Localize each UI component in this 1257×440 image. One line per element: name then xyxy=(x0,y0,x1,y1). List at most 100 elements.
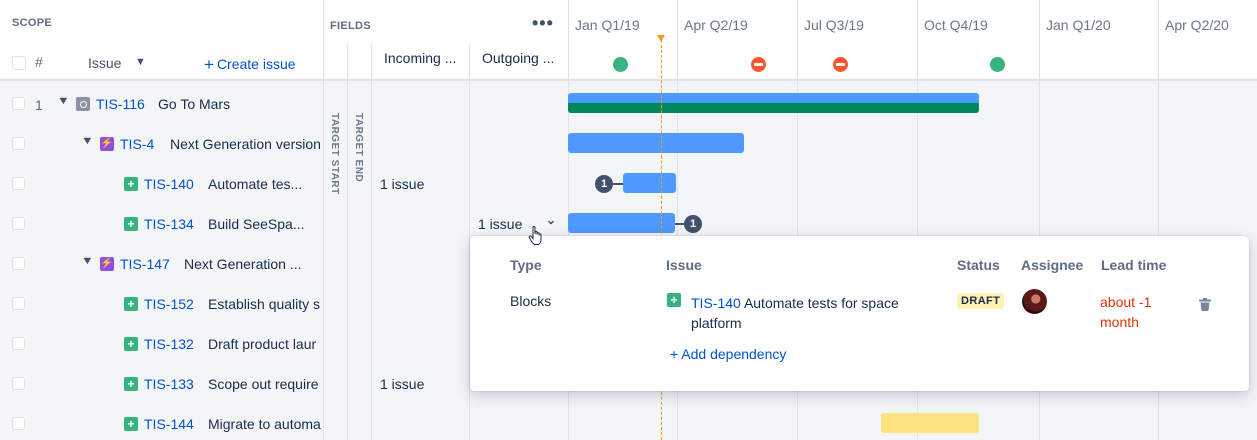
issue-summary: Establish quality s xyxy=(208,296,321,312)
table-row[interactable]: + TIS-152 Establish quality s xyxy=(0,283,323,323)
row-checkbox[interactable] xyxy=(12,337,25,350)
row-checkbox[interactable] xyxy=(12,97,25,110)
issue-key[interactable]: TIS-152 xyxy=(144,296,194,312)
issue-key[interactable]: TIS-4 xyxy=(120,136,154,152)
scope-header: SCOPE # Issue ▼ + Create issue xyxy=(0,0,323,80)
release-done-icon[interactable] xyxy=(613,57,628,72)
create-issue-button[interactable]: + Create issue xyxy=(204,54,296,74)
outgoing-dependencies-cell[interactable]: 1 issue xyxy=(478,216,522,232)
avatar[interactable] xyxy=(1022,289,1047,314)
chevron-down-icon[interactable]: ▼ xyxy=(135,56,146,68)
schedule-bar[interactable] xyxy=(623,173,676,193)
story-icon: + xyxy=(124,177,138,191)
column-divider xyxy=(371,44,372,440)
status-badge: DRAFT xyxy=(957,293,1005,309)
trash-icon[interactable] xyxy=(1199,298,1211,311)
hand-pointer-icon xyxy=(528,226,542,245)
more-horizontal-icon[interactable]: ••• xyxy=(532,13,554,34)
row-checkbox[interactable] xyxy=(12,377,25,390)
issue-key[interactable]: TIS-134 xyxy=(144,216,194,232)
progress-bar[interactable] xyxy=(568,103,979,113)
story-icon: + xyxy=(124,217,138,231)
outgoing-column-header[interactable]: Outgoing ... xyxy=(469,44,568,80)
initiative-icon: ⚡ xyxy=(100,257,114,271)
add-dependency-button[interactable]: + Add dependency xyxy=(670,346,786,362)
period-q2-19: Apr Q2/19 xyxy=(677,0,798,80)
dependency-type: Blocks xyxy=(510,293,552,309)
release-done-icon[interactable] xyxy=(990,57,1005,72)
row-checkbox[interactable] xyxy=(12,257,25,270)
row-checkbox[interactable] xyxy=(12,417,25,430)
issue-key[interactable]: TIS-147 xyxy=(120,256,170,272)
create-issue-label: Create issue xyxy=(216,56,296,72)
period-q1-20: Jan Q1/20 xyxy=(1039,0,1159,80)
assignee-column-header: Assignee xyxy=(1021,257,1084,273)
chevron-down-icon[interactable]: ▼ xyxy=(81,135,94,147)
row-checkbox[interactable] xyxy=(12,177,25,190)
schedule-bar[interactable] xyxy=(568,133,744,153)
story-icon: + xyxy=(124,377,138,391)
chevron-down-icon[interactable]: ▼ xyxy=(81,255,94,267)
table-row[interactable]: + TIS-144 Migrate to automa xyxy=(0,403,323,440)
schedule-bar[interactable] xyxy=(881,413,979,433)
schedule-bar[interactable] xyxy=(568,213,675,233)
plus-icon: + xyxy=(204,55,214,74)
issue-summary: Go To Mars xyxy=(158,96,231,112)
table-row[interactable]: + TIS-132 Draft product laur xyxy=(0,323,323,363)
dependency-popup: Type Issue Status Assignee Lead time Blo… xyxy=(470,236,1249,391)
incoming-column-header[interactable]: Incoming ... xyxy=(371,44,470,80)
issue-column-header[interactable]: Issue xyxy=(88,55,121,71)
dependency-issue: TIS-140 Automate tests for space platfor… xyxy=(691,293,941,333)
table-row[interactable]: ▼ ⚡ TIS-147 Next Generation ... xyxy=(0,243,323,283)
initiative-icon: ⚡ xyxy=(100,137,114,151)
epic-icon xyxy=(76,97,90,111)
schedule-bar[interactable] xyxy=(568,93,979,103)
story-icon: + xyxy=(667,293,681,307)
issue-column-header: Issue xyxy=(666,257,702,273)
target-start-header[interactable] xyxy=(347,44,371,80)
timeline-header: Jan Q1/19 Apr Q2/19 Jul Q3/19 Oct Q4/19 … xyxy=(568,0,1257,80)
target-end-label: TARGET END xyxy=(353,113,364,183)
issue-summary: Draft product laur xyxy=(208,336,317,352)
period-q2-20: Apr Q2/20 xyxy=(1158,0,1257,80)
incoming-dependencies-cell[interactable]: 1 issue xyxy=(380,376,424,392)
chevron-down-icon[interactable]: ⌄ xyxy=(546,213,556,227)
period-q4-19: Oct Q4/19 xyxy=(917,0,1039,80)
issue-summary: Scope out require xyxy=(208,376,319,392)
today-marker-icon xyxy=(657,35,665,42)
story-icon: + xyxy=(124,297,138,311)
release-blocked-icon[interactable] xyxy=(751,57,766,72)
column-divider xyxy=(347,44,348,440)
table-row[interactable]: + TIS-133 Scope out require xyxy=(0,363,323,403)
table-row[interactable]: + TIS-134 Build SeeSpa... xyxy=(0,203,323,243)
issue-summary: Next Generation ... xyxy=(184,256,302,272)
story-icon: + xyxy=(124,417,138,431)
row-checkbox[interactable] xyxy=(12,297,25,310)
issue-summary: Automate tes... xyxy=(208,176,303,192)
type-column-header: Type xyxy=(510,257,542,273)
release-blocked-icon[interactable] xyxy=(833,57,848,72)
dependency-badge[interactable]: 1 xyxy=(684,215,702,233)
scope-divider[interactable] xyxy=(323,0,324,440)
scope-label: SCOPE xyxy=(12,17,53,29)
chevron-down-icon[interactable]: ▼ xyxy=(57,95,70,107)
lead-time-column-header: Lead time xyxy=(1101,257,1167,273)
issue-key[interactable]: TIS-116 xyxy=(96,96,145,112)
row-checkbox[interactable] xyxy=(12,217,25,230)
table-row[interactable]: 1 ▼ TIS-116 Go To Mars xyxy=(0,83,323,123)
select-all-checkbox[interactable] xyxy=(12,56,26,70)
issue-key[interactable]: TIS-132 xyxy=(144,336,194,352)
table-row[interactable]: ▼ ⚡ TIS-4 Next Generation version xyxy=(0,123,323,163)
row-checkbox[interactable] xyxy=(12,137,25,150)
lead-time-value: about -1 month xyxy=(1100,294,1152,330)
rank-column-header: # xyxy=(35,54,43,70)
issue-key[interactable]: TIS-133 xyxy=(144,376,194,392)
story-icon: + xyxy=(124,337,138,351)
issue-summary: Build SeeSpa... xyxy=(208,216,305,232)
table-row[interactable]: + TIS-140 Automate tes... xyxy=(0,163,323,203)
issue-key[interactable]: TIS-144 xyxy=(144,416,194,432)
issue-summary: Next Generation version xyxy=(170,136,321,152)
issue-key[interactable]: TIS-140 xyxy=(144,176,194,192)
dependency-issue-key[interactable]: TIS-140 xyxy=(691,295,741,311)
incoming-dependencies-cell[interactable]: 1 issue xyxy=(380,176,424,192)
